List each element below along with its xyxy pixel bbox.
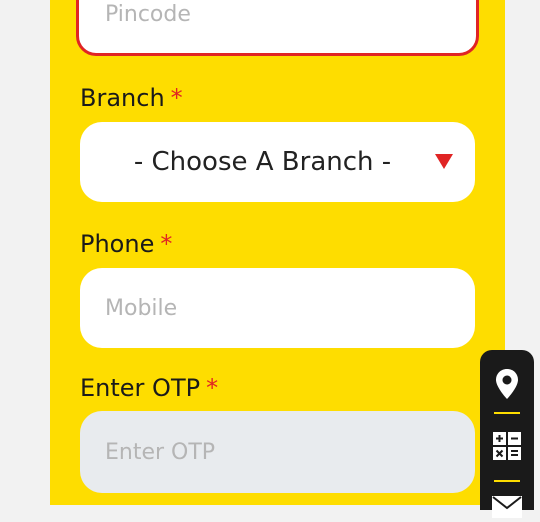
otp-input[interactable]: Enter OTP <box>80 411 475 493</box>
caret-down-icon <box>435 154 453 169</box>
phone-label-text: Phone <box>80 230 155 258</box>
side-toolbar <box>480 350 534 518</box>
otp-label-text: Enter OTP <box>80 374 201 402</box>
mail-icon[interactable] <box>492 496 522 518</box>
pincode-input[interactable]: Pincode <box>76 0 479 56</box>
mobile-input[interactable]: Mobile <box>80 268 475 348</box>
mobile-placeholder: Mobile <box>105 295 178 321</box>
branch-label: Branch * <box>80 84 183 112</box>
pincode-placeholder: Pincode <box>105 2 191 27</box>
required-asterisk: * <box>170 84 183 112</box>
required-asterisk: * <box>160 230 173 258</box>
phone-label: Phone * <box>80 230 172 258</box>
calculator-icon[interactable] <box>493 432 521 460</box>
branch-label-text: Branch <box>80 84 165 112</box>
otp-placeholder: Enter OTP <box>105 439 216 465</box>
required-asterisk: * <box>206 374 219 402</box>
location-pin-icon[interactable] <box>494 368 520 400</box>
branch-select[interactable]: - Choose A Branch - <box>80 122 475 202</box>
toolbar-divider <box>494 412 520 414</box>
otp-label: Enter OTP * <box>80 374 218 402</box>
branch-selected-value: - Choose A Branch - <box>133 147 392 177</box>
toolbar-divider <box>494 480 520 482</box>
